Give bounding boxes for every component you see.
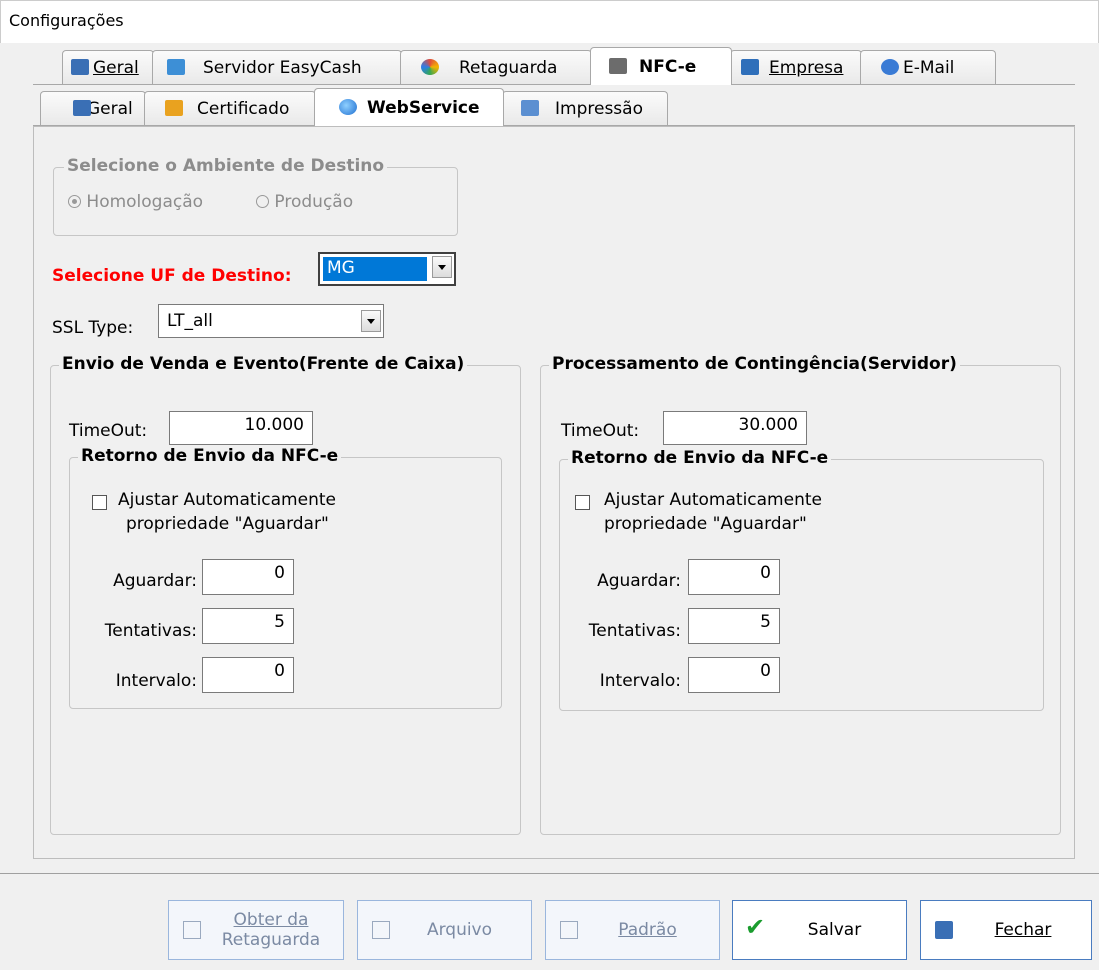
uf-label: Selecione UF de Destino:: [52, 266, 292, 286]
subtab-impressao[interactable]: Impressão: [502, 91, 668, 125]
subtab-webservice[interactable]: WebService: [314, 88, 504, 126]
radio-selected-icon: [68, 195, 81, 208]
certificate-icon: [165, 100, 183, 116]
envio-ajustar-label-1: Ajustar Automaticamente: [118, 490, 336, 510]
obter-label: Obter da Retaguarda: [221, 910, 321, 950]
contingencia-ajustar-checkbox[interactable]: [575, 495, 590, 510]
envio-timeout-input[interactable]: 10.000: [169, 411, 313, 445]
contingencia-retorno-group: Retorno de Envio da NFC-e Ajustar Automa…: [559, 448, 1044, 711]
exit-icon: [935, 921, 953, 939]
window-titlebar: Configurações: [0, 0, 1099, 43]
grid-icon: [71, 59, 89, 75]
building-icon: [741, 59, 759, 75]
envio-ajustar-label-2: propriedade "Aguardar": [126, 514, 329, 534]
document-icon: [560, 921, 578, 939]
envio-ajustar-checkbox[interactable]: [92, 495, 107, 510]
checkmark-icon: ✔: [745, 913, 766, 941]
subtab-geral[interactable]: Geral: [40, 91, 146, 125]
chevron-down-icon: [361, 310, 381, 332]
envio-group: Envio de Venda e Evento(Frente de Caixa)…: [50, 354, 521, 835]
envio-aguardar-label: Aguardar:: [113, 571, 197, 591]
at-icon: [881, 59, 899, 75]
padrao-button[interactable]: Padrão: [545, 900, 720, 960]
tab-geral[interactable]: Geral: [62, 50, 154, 84]
contingencia-timeout-label: TimeOut:: [561, 421, 640, 441]
ambiente-group: Selecione o Ambiente de Destino Homologa…: [53, 156, 458, 236]
envio-timeout-label: TimeOut:: [69, 421, 148, 441]
envio-tentativas-label: Tentativas:: [104, 621, 197, 641]
tab-nfce[interactable]: NFC-e: [590, 47, 732, 85]
radio-producao[interactable]: Produção: [256, 192, 353, 212]
file-export-icon: [372, 921, 390, 939]
contingencia-aguardar-label: Aguardar:: [597, 571, 681, 591]
top-tabs-baseline: [33, 84, 1075, 85]
sync-icon: [421, 59, 439, 75]
tab-email[interactable]: E-Mail: [860, 50, 996, 84]
chevron-down-icon: [432, 256, 452, 278]
salvar-button[interactable]: ✔ Salvar: [732, 900, 907, 960]
import-icon: [183, 921, 201, 939]
ssl-select[interactable]: LT_all: [158, 304, 384, 338]
contingencia-aguardar-input[interactable]: 0: [688, 559, 780, 595]
printer-icon: [521, 100, 539, 116]
contingencia-timeout-input[interactable]: 30.000: [663, 411, 807, 445]
contingencia-ajustar-label-1: Ajustar Automaticamente: [604, 490, 822, 510]
envio-tentativas-input[interactable]: 5: [202, 608, 294, 644]
contingencia-legend: Processamento de Contingência(Servidor): [549, 354, 960, 374]
contingencia-retorno-legend: Retorno de Envio da NFC-e: [568, 448, 832, 468]
window-title: Configurações: [9, 11, 124, 30]
ssl-selected-value: LT_all: [167, 311, 213, 331]
tab-servidor-easycash[interactable]: Servidor EasyCash: [152, 50, 402, 84]
subtab-certificado[interactable]: Certificado: [144, 91, 316, 125]
contingencia-intervalo-input[interactable]: 0: [688, 657, 780, 693]
contingencia-ajustar-label-2: propriedade "Aguardar": [604, 514, 807, 534]
contingencia-tentativas-input[interactable]: 5: [688, 608, 780, 644]
tab-retaguarda[interactable]: Retaguarda: [400, 50, 592, 84]
database-icon: [167, 59, 185, 75]
uf-select[interactable]: MG: [318, 252, 456, 286]
envio-legend: Envio de Venda e Evento(Frente de Caixa): [59, 354, 468, 374]
envio-intervalo-input[interactable]: 0: [202, 657, 294, 693]
radio-homologacao[interactable]: Homologação: [68, 192, 203, 212]
contingencia-tentativas-label: Tentativas:: [588, 621, 681, 641]
envio-retorno-group: Retorno de Envio da NFC-e Ajustar Automa…: [69, 446, 502, 709]
ambiente-legend: Selecione o Ambiente de Destino: [64, 156, 388, 176]
nfce-icon: [609, 58, 627, 74]
obter-retaguarda-button[interactable]: Obter da Retaguarda: [168, 900, 344, 960]
globe-icon: [339, 99, 357, 115]
uf-selected-value: MG: [323, 257, 427, 281]
tab-empresa[interactable]: Empresa: [730, 50, 862, 84]
grid-icon: [73, 100, 91, 116]
envio-retorno-legend: Retorno de Envio da NFC-e: [78, 446, 342, 466]
radio-unselected-icon: [256, 195, 269, 208]
ssl-label: SSL Type:: [52, 318, 134, 338]
fechar-button[interactable]: Fechar: [920, 900, 1092, 960]
envio-intervalo-label: Intervalo:: [115, 671, 197, 691]
envio-aguardar-input[interactable]: 0: [202, 559, 294, 595]
contingencia-group: Processamento de Contingência(Servidor) …: [540, 354, 1061, 835]
arquivo-button[interactable]: Arquivo: [357, 900, 532, 960]
footer-separator: [0, 873, 1099, 874]
contingencia-intervalo-label: Intervalo:: [599, 671, 681, 691]
